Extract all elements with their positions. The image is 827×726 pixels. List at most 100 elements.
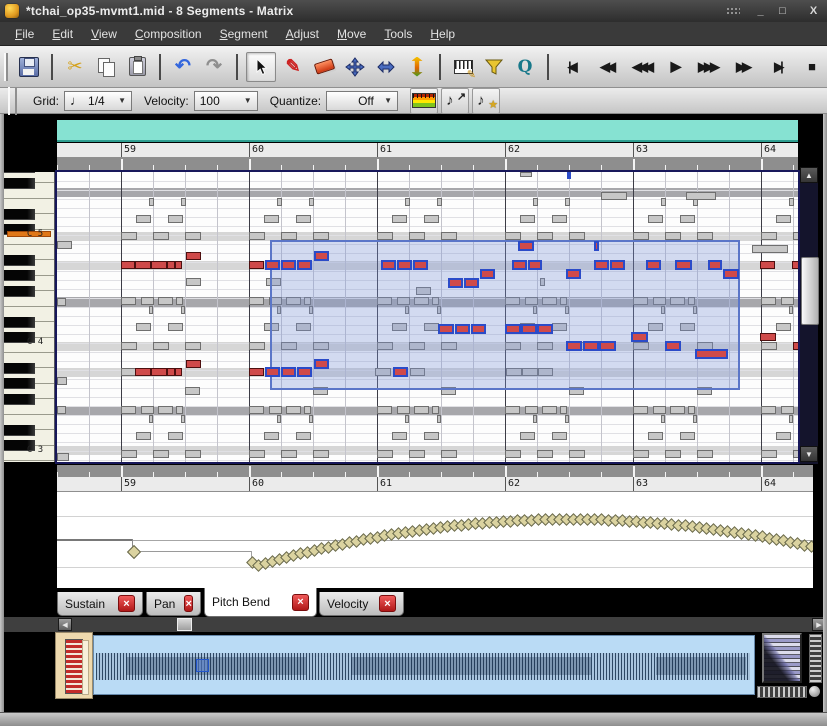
matrix-note-selected[interactable]: [265, 260, 280, 270]
matrix-note[interactable]: [277, 415, 281, 423]
matrix-note[interactable]: [186, 278, 201, 286]
menu-item-view[interactable]: View: [82, 24, 126, 44]
menu-item-adjust[interactable]: Adjust: [277, 24, 328, 44]
matrix-note[interactable]: [296, 215, 311, 223]
transport-ff-all-button[interactable]: ▶▶▶: [693, 53, 725, 81]
matrix-note[interactable]: [761, 297, 776, 305]
matrix-note[interactable]: [121, 368, 136, 376]
matrix-note[interactable]: [665, 232, 681, 240]
menu-item-tools[interactable]: Tools: [375, 24, 421, 44]
matrix-note-selected[interactable]: [480, 269, 495, 279]
matrix-note-selected[interactable]: [505, 324, 521, 334]
zoom-reset-knob[interactable]: [809, 686, 820, 697]
velocity-tool-button[interactable]: [403, 53, 431, 81]
tab-close-button[interactable]: ×: [292, 594, 309, 611]
matrix-note[interactable]: [304, 406, 311, 414]
matrix-note-red[interactable]: [151, 368, 167, 376]
matrix-note-selected[interactable]: [438, 324, 454, 334]
matrix-note[interactable]: [158, 406, 173, 414]
matrix-note[interactable]: [149, 198, 154, 206]
matrix-note[interactable]: [670, 406, 685, 414]
matrix-note[interactable]: [633, 232, 649, 240]
matrix-note[interactable]: [141, 406, 154, 414]
horizontal-scrollbar-thumb[interactable]: [177, 618, 192, 631]
matrix-note-red[interactable]: [151, 261, 167, 269]
matrix-note[interactable]: [377, 406, 392, 414]
transport-to-start-button[interactable]: |◀: [557, 53, 589, 81]
matrix-note[interactable]: [569, 232, 585, 240]
matrix-note-selected[interactable]: [397, 260, 412, 270]
matrix-note[interactable]: [789, 415, 793, 423]
matrix-note[interactable]: [281, 450, 297, 458]
matrix-note-selected[interactable]: [723, 269, 739, 279]
matrix-note-red[interactable]: [792, 261, 798, 269]
toolbar-handle[interactable]: [4, 53, 8, 81]
matrix-note-selected[interactable]: [518, 241, 534, 251]
piano-black-key[interactable]: [4, 178, 35, 189]
tab-pitch-bend[interactable]: Pitch Bend×: [204, 588, 317, 617]
matrix-note[interactable]: [264, 215, 279, 223]
piano-black-key[interactable]: [4, 209, 35, 220]
matrix-note-selected[interactable]: [393, 367, 408, 377]
matrix-note[interactable]: [286, 406, 301, 414]
transport-stop-button[interactable]: ■: [798, 53, 826, 81]
piano-black-key[interactable]: [4, 172, 35, 173]
window-border-bottom[interactable]: [0, 712, 827, 726]
panner-view-rect[interactable]: [196, 659, 209, 672]
selection-rectangle[interactable]: [270, 240, 740, 390]
matrix-note[interactable]: [313, 450, 329, 458]
matrix-note[interactable]: [520, 172, 532, 177]
matrix-note-red[interactable]: [793, 342, 798, 350]
matrix-note[interactable]: [181, 198, 186, 206]
matrix-note[interactable]: [121, 297, 136, 305]
matrix-note[interactable]: [153, 342, 169, 350]
matrix-note[interactable]: [141, 297, 154, 305]
matrix-note-red[interactable]: [167, 261, 175, 269]
matrix-note[interactable]: [533, 415, 537, 423]
matrix-note[interactable]: [505, 232, 521, 240]
matrix-note-selected[interactable]: [464, 278, 479, 288]
matrix-note[interactable]: [249, 450, 265, 458]
matrix-note[interactable]: [776, 432, 791, 440]
matrix-note[interactable]: [633, 450, 649, 458]
matrix-note-selected[interactable]: [381, 260, 396, 270]
matrix-note-selected[interactable]: [281, 260, 296, 270]
matrix-note[interactable]: [57, 453, 69, 461]
cut-button[interactable]: ✂: [61, 53, 89, 81]
matrix-note[interactable]: [309, 415, 313, 423]
piano-black-key[interactable]: [4, 286, 35, 297]
matrix-note-selected[interactable]: [566, 269, 581, 279]
toolbar-handle[interactable]: [8, 87, 17, 115]
matrix-note[interactable]: [560, 406, 567, 414]
horizontal-zoom-slider[interactable]: [757, 686, 807, 698]
matrix-note[interactable]: [761, 232, 777, 240]
matrix-note[interactable]: [121, 342, 137, 350]
matrix-note[interactable]: [392, 215, 407, 223]
matrix-note[interactable]: [665, 450, 681, 458]
matrix-note[interactable]: [57, 406, 66, 414]
matrix-note[interactable]: [158, 297, 173, 305]
matrix-note-red[interactable]: [186, 360, 201, 368]
minimize-button[interactable]: _: [752, 3, 769, 19]
matrix-note[interactable]: [697, 450, 713, 458]
matrix-note[interactable]: [136, 432, 151, 440]
undo-button[interactable]: ↶: [169, 53, 197, 81]
matrix-note-red[interactable]: [760, 261, 775, 269]
scroll-down-button[interactable]: ▼: [800, 446, 818, 462]
tab-close-button[interactable]: ×: [379, 595, 396, 612]
matrix-note[interactable]: [309, 198, 314, 206]
matrix-note-selected[interactable]: [297, 260, 312, 270]
transport-rewind-all-button[interactable]: ◀◀◀: [627, 53, 659, 81]
matrix-note-selected[interactable]: [297, 367, 312, 377]
matrix-note[interactable]: [781, 297, 794, 305]
matrix-note[interactable]: [437, 198, 442, 206]
matrix-note[interactable]: [185, 232, 201, 240]
matrix-note[interactable]: [542, 406, 557, 414]
piano-black-key[interactable]: [4, 425, 35, 436]
piano-black-key[interactable]: [4, 363, 35, 374]
scroll-left-button[interactable]: ◀: [58, 618, 72, 631]
piano-black-key[interactable]: [4, 394, 35, 405]
redo-button[interactable]: ↷: [200, 53, 228, 81]
matrix-note[interactable]: [793, 450, 798, 458]
matrix-note[interactable]: [249, 342, 265, 350]
